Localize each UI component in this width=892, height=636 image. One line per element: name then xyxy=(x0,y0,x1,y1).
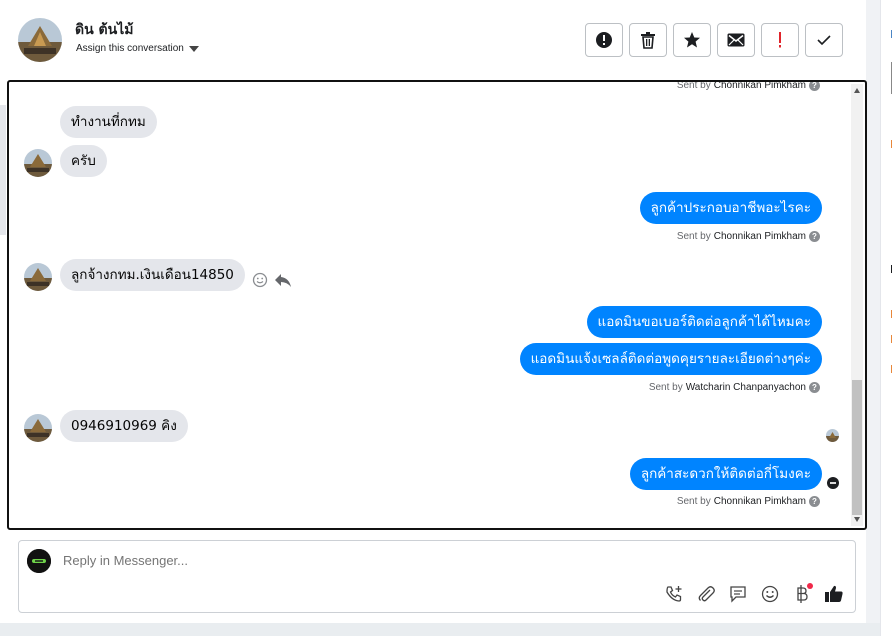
trash-icon xyxy=(641,32,655,49)
conversation-panel: ดิน ต้นไม้ Assign this conversation Sent… xyxy=(0,0,867,623)
incoming-message[interactable]: 0946910969 คิง xyxy=(60,410,188,442)
star-button[interactable] xyxy=(673,23,711,57)
emoji-button[interactable] xyxy=(759,583,781,605)
reply-composer xyxy=(18,540,856,613)
phone-add-icon xyxy=(666,586,682,602)
incoming-message[interactable]: ทำงานที่กทม xyxy=(60,106,157,138)
help-icon[interactable]: ? xyxy=(809,82,820,91)
paperclip-icon xyxy=(698,586,715,602)
saved-reply-icon xyxy=(730,586,746,603)
right-side-panel-edge xyxy=(880,0,892,636)
outgoing-message[interactable]: แอดมินขอเบอร์ติดต่อลูกค้าได้ไหมคะ xyxy=(586,306,822,338)
sender-avatar xyxy=(24,414,52,442)
sent-by-label: Sent by Chonnikan Pimkham ? xyxy=(677,496,820,507)
emoji-icon xyxy=(761,585,779,603)
done-button[interactable] xyxy=(805,23,843,57)
bottom-background xyxy=(0,623,880,636)
help-icon[interactable]: ? xyxy=(809,382,820,393)
saved-reply-button[interactable] xyxy=(727,583,749,605)
help-icon[interactable]: ? xyxy=(809,496,820,507)
seen-indicator-icon xyxy=(827,477,839,489)
reply-arrow-icon[interactable] xyxy=(274,272,292,293)
thumbs-up-icon xyxy=(825,585,843,602)
scrollbar-thumb[interactable] xyxy=(852,380,862,515)
mark-unread-button[interactable] xyxy=(717,23,755,57)
envelope-icon xyxy=(727,33,745,47)
message-thread[interactable]: Sent by Chonnikan Pimkham ? ทำงานที่กทม … xyxy=(7,80,867,530)
contact-avatar[interactable] xyxy=(18,18,62,62)
sent-by-label: Sent by Chonnikan Pimkham ? xyxy=(677,231,820,242)
payment-button[interactable] xyxy=(791,583,813,605)
caret-down-icon xyxy=(188,46,199,52)
delete-button[interactable] xyxy=(629,23,667,57)
conversation-actions xyxy=(585,23,843,57)
sender-avatar xyxy=(24,149,52,177)
star-icon xyxy=(684,32,700,48)
notification-dot xyxy=(807,583,813,589)
react-emoji-icon[interactable] xyxy=(252,272,268,293)
checkmark-icon xyxy=(817,35,831,46)
follow-up-button[interactable] xyxy=(761,23,799,57)
left-edge-strip xyxy=(0,105,6,235)
sender-avatar xyxy=(24,263,52,291)
exclamation-icon xyxy=(779,32,781,48)
phone-add-button[interactable] xyxy=(663,583,685,605)
reply-input[interactable] xyxy=(63,553,623,568)
scroll-up-arrow-icon[interactable] xyxy=(854,88,860,93)
composer-toolbar xyxy=(663,583,845,605)
mark-spam-button[interactable] xyxy=(585,23,623,57)
attach-button[interactable] xyxy=(695,583,717,605)
thread-scrollbar[interactable] xyxy=(851,84,863,526)
like-button[interactable] xyxy=(823,583,845,605)
outgoing-message[interactable]: ลูกค้าประกอบอาชีพอะไรคะ xyxy=(639,192,822,224)
incoming-message[interactable]: ลูกจ้างกทม.เงินเดือน14850 xyxy=(60,259,245,291)
incoming-message[interactable]: ครับ xyxy=(60,145,107,177)
seen-by-avatar xyxy=(826,429,839,442)
outgoing-message[interactable]: แอดมินแจ้งเซลล์ติดต่อพูดคุยรายละเอียดต่า… xyxy=(519,343,822,375)
conversation-header: ดิน ต้นไม้ Assign this conversation xyxy=(0,0,866,80)
page-avatar xyxy=(27,549,51,573)
scroll-down-arrow-icon[interactable] xyxy=(854,517,860,522)
assign-conversation-dropdown[interactable]: Assign this conversation xyxy=(76,43,199,54)
alert-circle-icon xyxy=(596,32,612,48)
sent-by-label: Sent by Watcharin Chanpanyachon ? xyxy=(649,382,820,393)
outgoing-message[interactable]: ลูกค้าสะดวกให้ติดต่อกี่โมงคะ xyxy=(629,458,822,490)
assign-label: Assign this conversation xyxy=(76,43,184,54)
sent-by-label: Sent by Chonnikan Pimkham ? xyxy=(677,82,820,91)
contact-name[interactable]: ดิน ต้นไม้ xyxy=(75,19,133,41)
help-icon[interactable]: ? xyxy=(809,231,820,242)
